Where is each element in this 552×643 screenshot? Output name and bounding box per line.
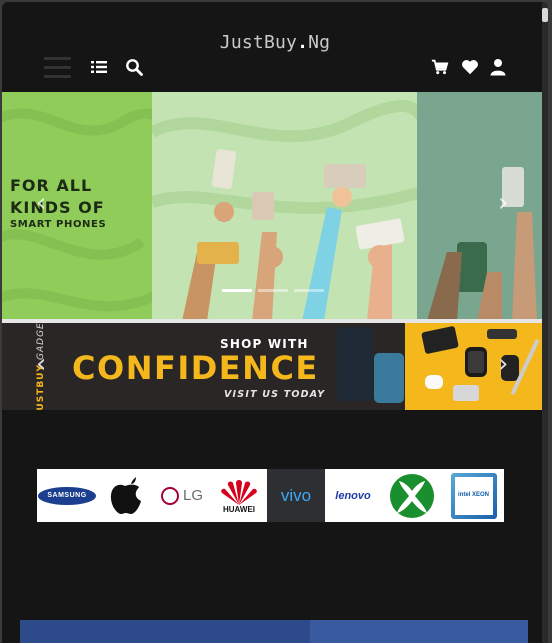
banner-visit: VISIT US TODAY [224, 389, 326, 400]
scrollbar[interactable] [542, 2, 548, 643]
hero-image-hands-phones [152, 92, 417, 321]
logo-prefix: JustBuy [219, 32, 298, 53]
brand-samsung-label: SAMSUNG [47, 492, 87, 499]
hero-slider[interactable]: FOR ALL KINDS OF SMART PHONES ‹ › [2, 92, 548, 321]
brand-xbox[interactable] [381, 469, 443, 522]
next-section-banner[interactable] [20, 620, 528, 643]
xbox-logo-icon [390, 473, 434, 518]
hero-next-arrow[interactable]: › [498, 190, 508, 216]
site-header: JustBuy.Ng [2, 2, 548, 92]
banner-next-arrow[interactable]: › [498, 351, 508, 377]
brand-intel[interactable]: intel XEON [443, 469, 504, 522]
hero-dot-3[interactable] [294, 289, 324, 292]
hero-dot-1[interactable] [222, 289, 252, 292]
brand-samsung[interactable]: SAMSUNG [37, 469, 97, 522]
next-section-banner-right [310, 620, 528, 643]
brand-lenovo[interactable]: lenovo [325, 469, 381, 522]
hero-dot-2[interactable] [258, 289, 288, 292]
hero-prev-arrow[interactable]: ‹ [36, 190, 46, 216]
brand-intel-label: intel XEON [457, 491, 489, 498]
menu-icon[interactable] [44, 57, 71, 79]
brand-logos-strip: SAMSUNG LG HUAWEI vivo lenovo intel XEON [37, 469, 504, 522]
hero-line-2: KINDS OF [10, 198, 105, 217]
hero-line-3: SMART PHONES [10, 219, 107, 230]
scrollbar-thumb[interactable] [542, 8, 548, 22]
list-icon[interactable] [89, 57, 109, 77]
brand-huawei[interactable]: HUAWEI [211, 469, 267, 522]
hero-right-panel [417, 92, 548, 321]
banner-phone-image [337, 327, 373, 401]
hero-line-1: FOR ALL [10, 176, 93, 195]
brand-huawei-label: HUAWEI [223, 505, 255, 514]
phone-yellow [197, 242, 239, 264]
brand-apple[interactable] [97, 469, 153, 522]
hero-headline: FOR ALL KINDS OF SMART PHONES [10, 178, 160, 230]
promo-banner[interactable]: JUSTBUYGADGETS SHOP WITH CONFIDENCE VISI… [2, 323, 548, 410]
brand-lenovo-label: lenovo [335, 489, 371, 502]
banner-phone-image-2 [374, 353, 404, 403]
logo-dot: . [297, 32, 309, 53]
brand-vivo-label: vivo [280, 485, 312, 505]
lg-logo-icon [160, 486, 179, 505]
user-icon[interactable] [488, 57, 508, 77]
brand-lg-label: LG [182, 487, 203, 504]
heart-icon[interactable] [460, 57, 480, 77]
apple-logo-icon [110, 476, 141, 514]
site-logo[interactable]: JustBuy.Ng [2, 32, 548, 53]
logo-suffix: Ng [308, 32, 331, 53]
banner-prev-arrow[interactable]: ‹ [36, 351, 46, 377]
browser-viewport: JustBuy.Ng FOR ALL KINDS OF SMART PHONES… [2, 2, 548, 643]
search-icon[interactable] [124, 57, 144, 77]
brand-vivo[interactable]: vivo [267, 469, 325, 522]
cart-icon[interactable] [430, 57, 450, 77]
hero-pagination [222, 289, 324, 292]
banner-headline: CONFIDENCE [72, 349, 319, 387]
brand-lg[interactable]: LG [153, 469, 211, 522]
huawei-logo-icon [221, 480, 257, 505]
banner-gadgets-image [405, 323, 548, 410]
